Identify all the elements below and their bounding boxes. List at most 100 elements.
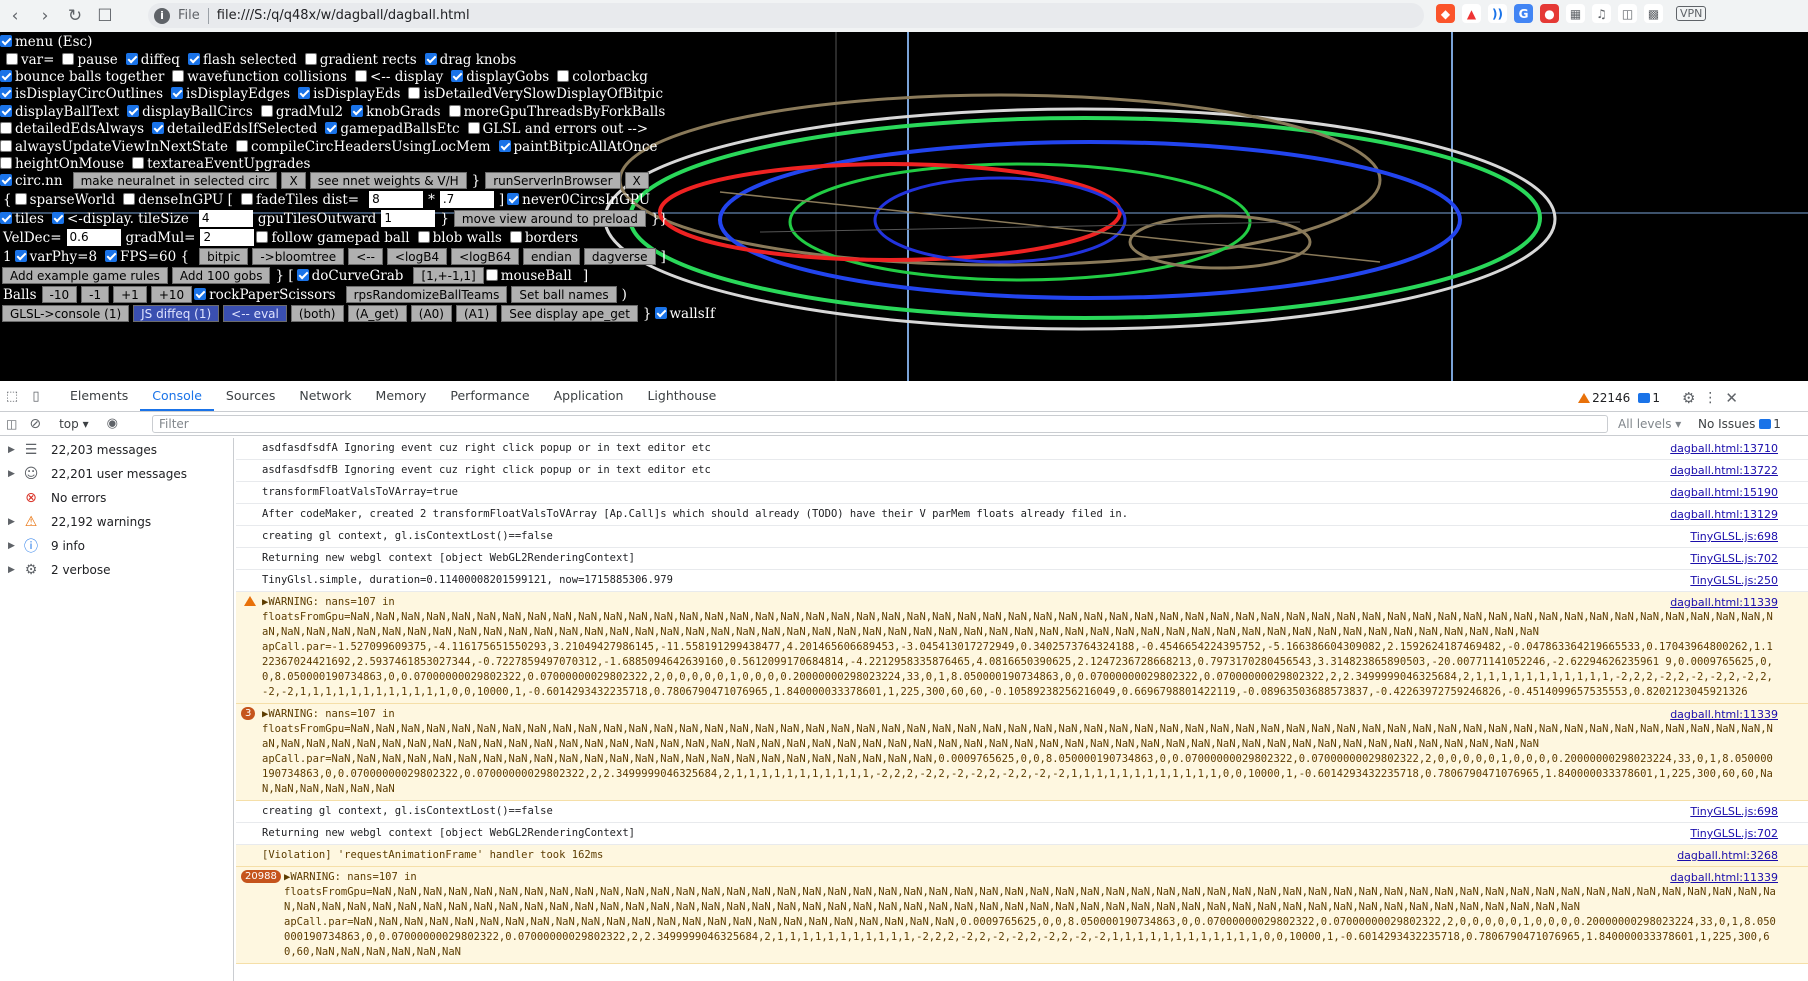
info-icon[interactable]: i [154,7,170,24]
source-link[interactable]: TinyGLSL.js:250 [1690,573,1778,588]
brave-rewards-icon[interactable]: ▲ [1462,4,1481,23]
checkbox-fadetiles-dist[interactable]: fadeTiles dist= [240,192,359,208]
checkbox-circ-nn[interactable]: circ.nn [0,173,63,189]
console-message[interactable]: 3 ▶WARNING: nans=107 in floatsFromGpu=NaN… [236,704,1808,801]
number-input[interactable]: 0.6 [66,229,121,246]
more-icon[interactable]: ⋮ [1703,390,1717,406]
bitpic-button[interactable]: bitpic [199,248,249,265]
log-levels-dropdown[interactable]: All levels ▾ [1618,417,1681,431]
checkbox-varphy-8[interactable]: varPhy=8 [14,249,97,265]
source-link[interactable]: dagball.html:3268 [1677,848,1778,863]
1-button[interactable]: -1 [81,286,110,303]
sidebar-item-22-203-messages[interactable]: ▶ ☰ 22,203 messages [0,438,233,462]
eye-icon[interactable]: ◉ [107,416,118,431]
source-link[interactable]: dagball.html:15190 [1670,485,1778,500]
1-1-1-button[interactable]: [1,+-1,1] [413,267,484,284]
js-diffeq-1-button[interactable]: JS diffeq (1) [133,305,220,322]
console-message[interactable]: Returning new webgl context [object WebG… [236,823,1808,845]
source-link[interactable]: dagball.html:13129 [1670,507,1778,522]
context-selector[interactable]: top ▾ [59,417,89,431]
source-link[interactable]: TinyGLSL.js:702 [1690,551,1778,566]
console-message[interactable]: transformFloatValsToVArray=true dagball.h… [236,482,1808,504]
checkbox-box[interactable] [236,140,249,152]
checkbox-box[interactable] [0,87,12,99]
checkbox-isdisplayedges[interactable]: isDisplayEdges [171,86,290,102]
glsl-console-1-button[interactable]: GLSL->console (1) [2,305,130,322]
both-button[interactable]: (both) [290,305,344,322]
checkbox-box[interactable] [0,157,12,169]
checkbox-box[interactable] [14,193,27,205]
speaker-icon[interactable]: )) [1488,4,1507,23]
tab-network[interactable]: Network [287,381,363,411]
checkbox-rockpaperscissors[interactable]: rockPaperScissors [194,287,336,303]
console-message[interactable]: TinyGlsl.simple, duration=0.114000082015… [236,570,1808,592]
tab-performance[interactable]: Performance [438,381,541,411]
checkbox-borders[interactable]: borders [509,230,578,246]
checkbox-sparseworld[interactable]: sparseWorld [14,192,115,208]
checkbox-box[interactable] [240,193,253,205]
a0-button[interactable]: (A0) [410,305,452,322]
checkbox-knobgrads[interactable]: knobGrads [351,104,441,120]
checkbox-box[interactable] [325,122,338,134]
checkbox-display-tilesize[interactable]: <-display. tileSize [51,211,189,227]
source-link[interactable]: dagball.html:13710 [1670,441,1778,456]
checkbox-box[interactable] [509,231,522,243]
translate-icon[interactable]: G [1514,4,1533,23]
checkbox-wavefunction-collisions[interactable]: wavefunction collisions [172,69,347,85]
checkbox-alwaysupdateviewinnextstate[interactable]: alwaysUpdateViewInNextState [0,139,228,155]
device-toggle-icon[interactable]: ▯ [24,382,48,410]
console-message[interactable]: asdfasdfsdfB Ignoring event cuz right cl… [236,460,1808,482]
checkbox-box[interactable] [0,35,12,47]
checkbox-heightonmouse[interactable]: heightOnMouse [0,156,124,172]
checkbox-colorbackg[interactable]: colorbackg [557,69,648,85]
source-link[interactable]: dagball.html:11339 [1670,595,1778,610]
a1-button[interactable]: (A1) [456,305,498,322]
reload-icon[interactable]: ↻ [60,2,90,30]
checkbox-box[interactable] [123,193,136,205]
console-message[interactable]: Returning new webgl context [object WebG… [236,548,1808,570]
checkbox-gradmul2[interactable]: gradMul2 [260,104,343,120]
vpn-button[interactable]: VPN [1676,6,1707,21]
sidebar-item-9-info[interactable]: ▶ ⓘ 9 info [0,534,233,558]
music-icon[interactable]: ♫ [1592,4,1611,23]
tab-application[interactable]: Application [542,381,636,411]
checkbox-tiles[interactable]: tiles [0,211,44,227]
forward-icon[interactable]: › [30,2,60,30]
tab-elements[interactable]: Elements [58,381,140,411]
checkbox-box[interactable] [6,53,18,65]
checkbox-bounce-balls-together[interactable]: bounce balls together [0,69,164,85]
number-input[interactable]: .7 [439,191,494,208]
settings-icon[interactable]: ⚙ [1682,389,1695,407]
checkbox-box[interactable] [152,122,165,134]
record-icon[interactable]: ● [1540,4,1559,23]
checkbox-isdisplayeds[interactable]: isDisplayEds [298,86,400,102]
checkbox-denseingpu[interactable]: denseInGPU [ [123,192,233,208]
close-icon[interactable]: ✕ [1725,389,1738,407]
number-input[interactable]: 2 [200,229,255,246]
checkbox-pause[interactable]: pause [62,52,118,68]
checkbox-box[interactable] [354,70,367,82]
clear-console-icon[interactable]: ⊘ [29,416,41,432]
10-button[interactable]: +10 [150,286,193,303]
no-issues-button[interactable]: No Issues 1 [1698,417,1781,431]
checkbox-box[interactable] [296,269,309,281]
checkbox-box[interactable] [498,140,511,152]
warning-count[interactable]: 22146 [1578,391,1630,405]
checkbox-textareaeventupgrades[interactable]: textareaEventUpgrades [132,156,310,172]
sidebar-item-2-verbose[interactable]: ▶ ⚙ 2 verbose [0,558,233,582]
eval-button[interactable]: <-- eval [223,305,287,322]
back-icon[interactable]: ‹ [0,2,30,30]
sidebar-icon[interactable]: ◫ [1618,4,1637,23]
checkbox-paintbitpicallatonce[interactable]: paintBitpicAllAtOnce [498,139,657,155]
url-text[interactable]: file:///S:/q/q48x/w/dagball/dagball.html [217,8,470,23]
checkbox-blob-walls[interactable]: blob walls [417,230,502,246]
x-button[interactable]: X [281,172,306,189]
add-100-gobs-button[interactable]: Add 100 gobs [171,267,271,284]
expand-caret-icon[interactable]: ▶ [8,445,22,455]
item-button[interactable]: <-- [348,248,383,265]
expand-caret-icon[interactable]: ▶ [8,469,22,479]
checkbox-displayballcircs[interactable]: displayBallCircs [127,104,253,120]
source-link[interactable]: TinyGLSL.js:698 [1690,529,1778,544]
expand-caret-icon[interactable] [8,493,22,503]
checkbox-moregputhreadsbyforkballs[interactable]: moreGpuThreadsByForkBalls [448,104,665,120]
